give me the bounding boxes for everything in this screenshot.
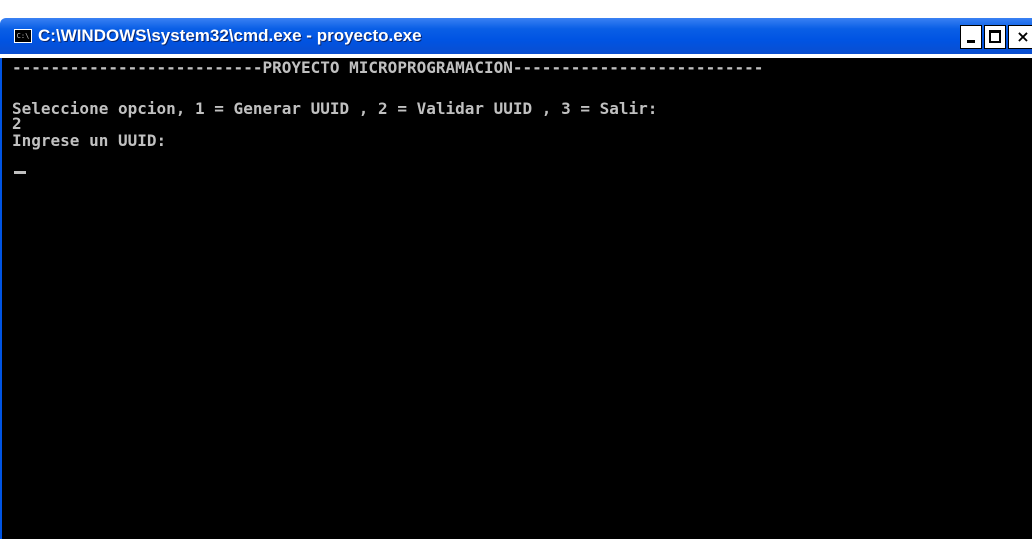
console-output[interactable]: --------------------------PROYECTO MICRO… (0, 58, 1032, 539)
maximize-icon (989, 30, 1001, 43)
text-cursor (14, 171, 26, 174)
console-uuid-prompt: Ingrese un UUID: (12, 131, 167, 150)
close-button[interactable]: × (1008, 25, 1032, 49)
close-icon: × (1016, 27, 1030, 46)
console-icon[interactable]: C:\ (14, 29, 32, 43)
console-banner-line: --------------------------PROYECTO MICRO… (12, 58, 764, 77)
window-title: C:\WINDOWS\system32\cmd.exe - proyecto.e… (38, 26, 422, 45)
console-input-echo: 2 (12, 114, 22, 133)
maximize-button[interactable] (984, 25, 1006, 49)
console-prompt-line: Seleccione opcion, 1 = Generar UUID , 2 … (12, 99, 658, 118)
console-window: C:\ C:\WINDOWS\system32\cmd.exe - proyec… (0, 0, 1032, 539)
minimize-icon (967, 40, 975, 43)
minimize-button[interactable] (960, 25, 982, 49)
title-bar[interactable]: C:\ C:\WINDOWS\system32\cmd.exe - proyec… (0, 0, 1032, 58)
